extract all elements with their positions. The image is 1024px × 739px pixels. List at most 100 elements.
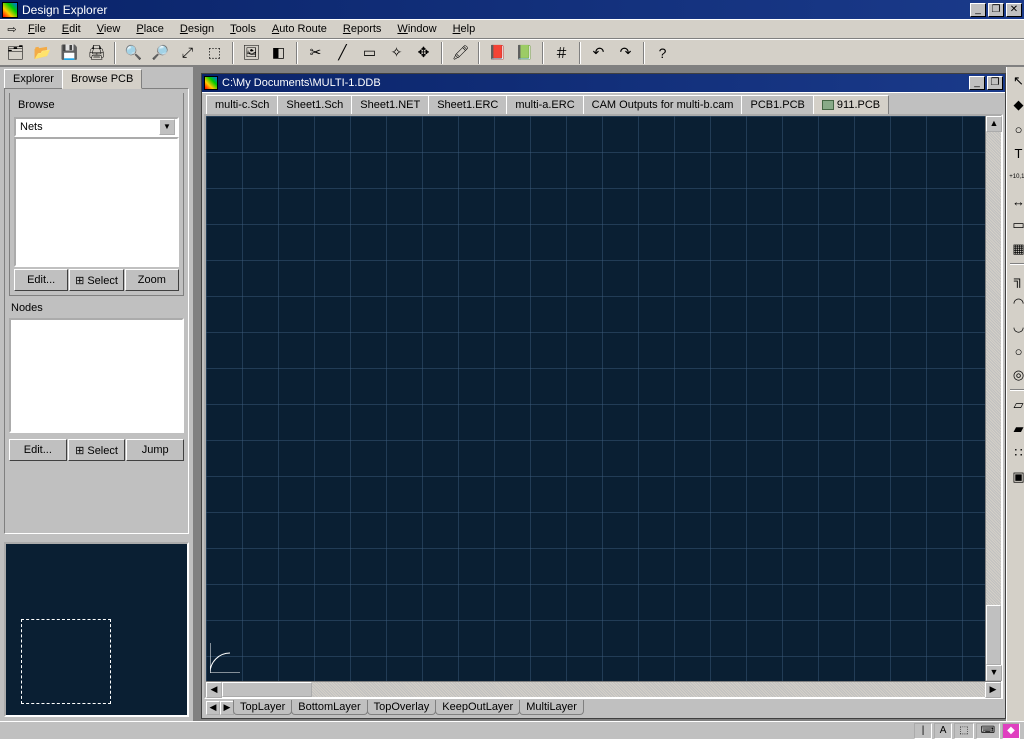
status-cell-1[interactable]: A <box>934 723 952 739</box>
menu-chevron-icon[interactable]: ⇨ <box>4 23 20 36</box>
layer-tab-bottomlayer[interactable]: BottomLayer <box>291 700 367 715</box>
doc-tab-911-pcb[interactable]: 911.PCB <box>813 95 889 114</box>
browse--select-button[interactable]: ⊞ Select <box>69 269 123 291</box>
menu-place[interactable]: Place <box>128 21 172 37</box>
move-icon[interactable]: ✥ <box>412 42 435 64</box>
doc-restore-button[interactable]: ❐ <box>987 76 1003 90</box>
lib2-icon[interactable]: 📗 <box>513 42 536 64</box>
doc-tab-multi-a-erc[interactable]: multi-a.ERC <box>506 95 583 114</box>
zoom-region-icon[interactable]: ⬚ <box>203 42 226 64</box>
wire-icon[interactable]: ╱ <box>331 42 354 64</box>
doc-minimize-button[interactable]: _ <box>969 76 985 90</box>
doc-tab-multi-c-sch[interactable]: multi-c.Sch <box>206 95 278 114</box>
hatch-icon[interactable]: ▦ <box>1009 239 1024 259</box>
route-icon[interactable]: ╗ <box>1009 269 1024 289</box>
layer-tab-toplayer[interactable]: TopLayer <box>233 700 292 715</box>
layer-tab-multilayer[interactable]: MultiLayer <box>519 700 584 715</box>
zoom-fit-icon[interactable]: ⤢ <box>176 42 199 64</box>
zoom-in-icon[interactable]: 🔍 <box>122 42 145 64</box>
repaint-icon[interactable]: 🖼 <box>240 42 263 64</box>
scroll-down-icon[interactable]: ▼ <box>986 665 1002 681</box>
close-button[interactable]: ✕ <box>1006 3 1022 17</box>
text-icon[interactable]: T <box>1009 143 1024 163</box>
layer-nav-prev[interactable]: ◀ <box>206 701 220 715</box>
layer-nav-next[interactable]: ▶ <box>220 701 234 715</box>
open-icon[interactable]: 📂 <box>31 42 54 64</box>
doc-tab-sheet1-net[interactable]: Sheet1.NET <box>351 95 429 114</box>
component-icon[interactable]: ◧ <box>267 42 290 64</box>
vertical-scrollbar[interactable]: ▲ ▼ <box>985 116 1001 681</box>
nets-listbox[interactable] <box>14 137 179 267</box>
cursor-icon[interactable]: ↖ <box>1009 71 1024 91</box>
pad-icon[interactable]: ○ <box>1009 119 1024 139</box>
browse-zoom-button[interactable]: Zoom <box>125 269 179 291</box>
nodes--select-button[interactable]: ⊞ Select <box>68 439 126 461</box>
nodes-jump-button[interactable]: Jump <box>126 439 184 461</box>
toolbar-separator <box>296 42 298 64</box>
menu-view[interactable]: View <box>89 21 129 37</box>
scroll-right-icon[interactable]: ▶ <box>985 682 1001 698</box>
menu-reports[interactable]: Reports <box>335 21 390 37</box>
menu-tools[interactable]: Tools <box>222 21 264 37</box>
deselect-icon[interactable]: ✧ <box>385 42 408 64</box>
browse-edit--button[interactable]: Edit... <box>14 269 68 291</box>
status-cell-2[interactable]: ⬚ <box>954 723 973 739</box>
preview-canvas[interactable] <box>4 542 189 717</box>
save-icon[interactable]: 💾 <box>58 42 81 64</box>
cut-icon[interactable]: ✂ <box>304 42 327 64</box>
toolbar: 🗂📂💾🖨 🔍🔎⤢⬚ 🖼◧ ✂╱▭✧✥ 🖍 📕📗 ＃ ↶↷? <box>0 39 1024 66</box>
rect-icon[interactable]: ▭ <box>1009 215 1024 235</box>
tree-icon[interactable]: 🗂 <box>4 42 27 64</box>
scroll-left-icon[interactable]: ◀ <box>206 682 222 698</box>
panel-tab-browse-pcb[interactable]: Browse PCB <box>62 69 142 89</box>
menu-auto-route[interactable]: Auto Route <box>264 21 335 37</box>
menu-file[interactable]: File <box>20 21 54 37</box>
redo-icon[interactable]: ↷ <box>614 42 637 64</box>
undo-icon[interactable]: ↶ <box>587 42 610 64</box>
help-icon[interactable]: ? <box>651 42 674 64</box>
lib-icon[interactable]: 📕 <box>486 42 509 64</box>
status-cell-0[interactable]: | <box>914 723 932 739</box>
menu-help[interactable]: Help <box>445 21 484 37</box>
array-icon[interactable]: ∷ <box>1009 443 1024 463</box>
poly-icon[interactable]: ▱ <box>1009 395 1024 415</box>
highlight-icon[interactable]: 🖍 <box>449 42 472 64</box>
fill-icon[interactable]: ◆ <box>1009 95 1024 115</box>
coord-icon[interactable]: +10,10 <box>1009 167 1024 187</box>
nodes-listbox[interactable] <box>9 318 184 433</box>
minimize-button[interactable]: _ <box>970 3 986 17</box>
layer-tab-keepoutlayer[interactable]: KeepOutLayer <box>435 700 520 715</box>
circle-icon[interactable]: ○ <box>1009 341 1024 361</box>
comp-icon[interactable]: ▣ <box>1009 467 1024 487</box>
layer-tab-topoverlay[interactable]: TopOverlay <box>367 700 437 715</box>
h-scroll-thumb[interactable] <box>222 682 312 697</box>
doc-tab-pcb1-pcb[interactable]: PCB1.PCB <box>741 95 813 114</box>
doc-tab-sheet1-erc[interactable]: Sheet1.ERC <box>428 95 507 114</box>
dropdown-arrow-icon[interactable]: ▼ <box>159 119 175 135</box>
v-scroll-thumb[interactable] <box>986 605 1001 665</box>
horizontal-scrollbar[interactable]: ◀ ▶ <box>206 681 1001 697</box>
panel-tab-explorer[interactable]: Explorer <box>4 69 63 88</box>
status-cell-4[interactable]: ◆ <box>1002 723 1020 739</box>
select-inside-icon[interactable]: ▭ <box>358 42 381 64</box>
pcb-canvas[interactable] <box>206 116 985 681</box>
print-icon[interactable]: 🖨 <box>85 42 108 64</box>
doc-tab-cam-outputs-for-multi-b-cam[interactable]: CAM Outputs for multi-b.cam <box>583 95 743 114</box>
grid-icon[interactable]: ＃ <box>550 42 573 64</box>
browse-dropdown[interactable]: Nets ▼ <box>14 117 179 137</box>
doc-tab-sheet1-sch[interactable]: Sheet1.Sch <box>277 95 352 114</box>
toolbar-separator <box>114 42 116 64</box>
nodes-edit--button[interactable]: Edit... <box>9 439 67 461</box>
via-icon[interactable]: ◎ <box>1009 365 1024 385</box>
arc-ccw-icon[interactable]: ◠ <box>1009 293 1024 313</box>
zoom-out-icon[interactable]: 🔎 <box>149 42 172 64</box>
scroll-up-icon[interactable]: ▲ <box>986 116 1002 132</box>
poly-pour-icon[interactable]: ▰ <box>1009 419 1024 439</box>
arc-cw-icon[interactable]: ◡ <box>1009 317 1024 337</box>
status-cell-3[interactable]: ⌨ <box>976 723 1000 739</box>
menu-design[interactable]: Design <box>172 21 222 37</box>
menu-edit[interactable]: Edit <box>54 21 89 37</box>
menu-window[interactable]: Window <box>389 21 444 37</box>
dim-icon[interactable]: ↔ <box>1009 191 1024 211</box>
maximize-button[interactable]: ❐ <box>988 3 1004 17</box>
